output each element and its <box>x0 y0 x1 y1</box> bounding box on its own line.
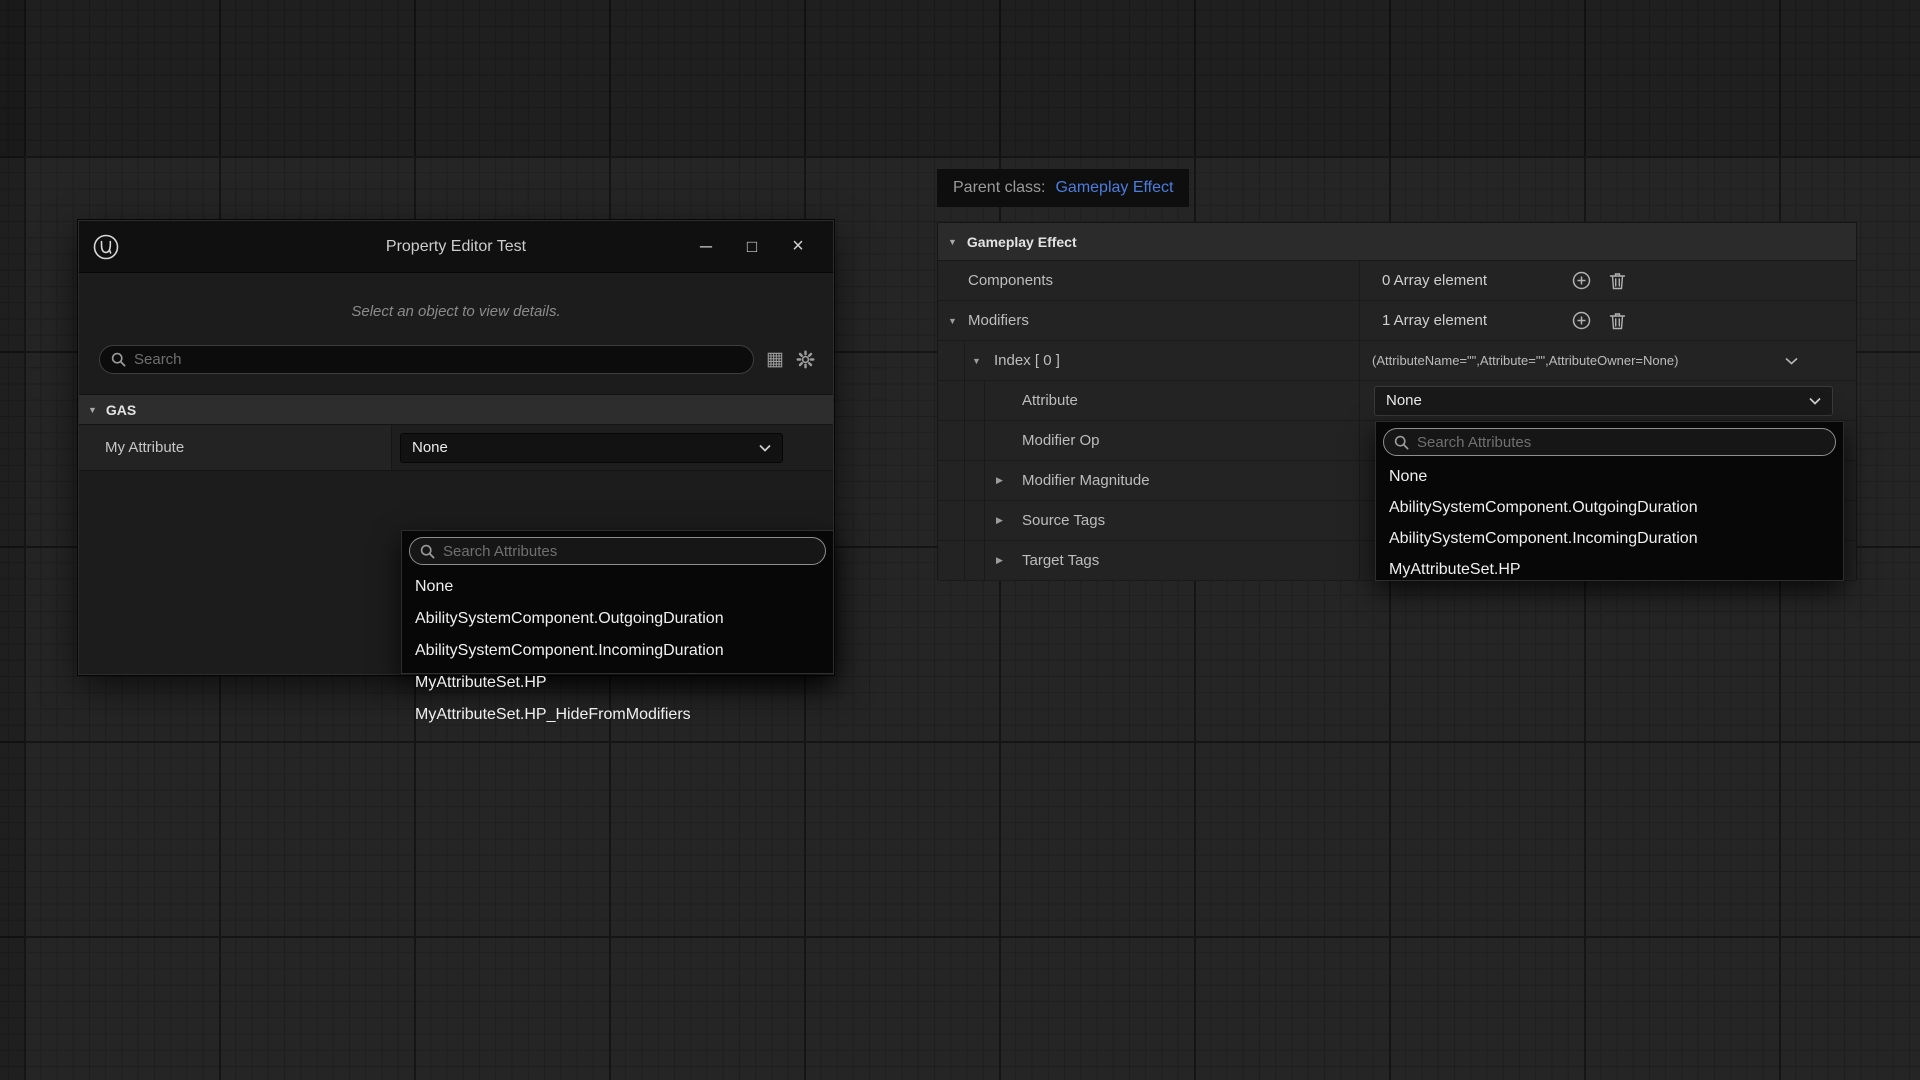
combo-selected-value: None <box>412 439 448 456</box>
search-icon <box>1394 435 1409 450</box>
row-label: Components <box>938 272 1053 289</box>
grid-shade-left <box>0 0 24 1080</box>
row-label: Index [ 0 ] <box>938 352 1060 369</box>
gear-icon <box>796 350 815 369</box>
row-label: Source Tags <box>938 512 1105 529</box>
chevron-down-icon[interactable] <box>1785 357 1798 365</box>
parent-class-chip: Parent class: Gameplay Effect <box>937 169 1189 207</box>
add-array-element-button[interactable] <box>1572 311 1591 330</box>
components-row: Components 0 Array element <box>938 261 1856 301</box>
view-options-button[interactable] <box>796 350 815 369</box>
search-input-wrap[interactable] <box>99 345 754 374</box>
dropdown-search-input[interactable] <box>443 543 815 560</box>
column-view-button[interactable]: ▦ <box>766 350 784 369</box>
attribute-picker-dropdown: None AbilitySystemComponent.OutgoingDura… <box>401 530 834 674</box>
minimize-button[interactable]: ─ <box>683 227 729 267</box>
combo-selected-value: None <box>1386 392 1422 409</box>
search-toolbar: ▦ <box>99 344 815 374</box>
array-count: 1 Array element <box>1382 312 1572 329</box>
dropdown-option[interactable]: MyAttributeSet.HP <box>1376 555 1843 586</box>
expander-expanded-icon[interactable]: ▼ <box>948 316 957 326</box>
category-expanded-icon: ▼ <box>948 237 957 247</box>
dropdown-option[interactable]: AbilitySystemComponent.IncomingDuration <box>402 635 833 667</box>
dropdown-option[interactable]: None <box>402 571 833 603</box>
dropdown-option[interactable]: None <box>1376 462 1843 493</box>
search-input[interactable] <box>134 351 742 368</box>
search-icon <box>111 352 126 367</box>
window-controls: ─ □ × <box>683 227 821 267</box>
row-label: Modifier Op <box>938 432 1100 449</box>
struct-summary: (AttributeName="",Attribute="",Attribute… <box>1372 353 1678 368</box>
category-label: Gameplay Effect <box>967 234 1077 250</box>
row-label: Attribute <box>938 392 1078 409</box>
dropdown-search-wrap[interactable] <box>409 537 826 565</box>
dropdown-option[interactable]: MyAttributeSet.HP <box>402 667 833 699</box>
chevron-down-icon <box>1809 397 1821 405</box>
unreal-logo-icon <box>91 232 121 262</box>
maximize-button[interactable]: □ <box>729 227 775 267</box>
property-value-cell: None <box>392 425 833 470</box>
details-panel: ▼ Gameplay Effect Components 0 Array ele… <box>937 222 1857 580</box>
expander-collapsed-icon[interactable]: ▶ <box>996 555 1003 566</box>
dropdown-option[interactable]: AbilitySystemComponent.OutgoingDuration <box>402 603 833 635</box>
add-array-element-button[interactable] <box>1572 271 1591 290</box>
property-editor-window: Property Editor Test ─ □ × Select an obj… <box>78 220 834 675</box>
modifiers-row: ▼ Modifiers 1 Array element <box>938 301 1856 341</box>
clear-array-button[interactable] <box>1609 312 1626 330</box>
dropdown-option[interactable]: AbilitySystemComponent.OutgoingDuration <box>1376 493 1843 524</box>
parent-class-label: Parent class: <box>953 179 1045 197</box>
attribute-picker-dropdown: None AbilitySystemComponent.OutgoingDura… <box>1375 421 1844 581</box>
expander-expanded-icon[interactable]: ▼ <box>972 356 981 366</box>
array-count: 0 Array element <box>1382 272 1572 289</box>
property-label: My Attribute <box>79 425 392 470</box>
dropdown-search-wrap[interactable] <box>1383 428 1836 456</box>
index-0-row: ▼ Index [ 0 ] (AttributeName="",Attribut… <box>938 341 1856 381</box>
viewport: Property Editor Test ─ □ × Select an obj… <box>0 0 1920 1080</box>
expander-collapsed-icon[interactable]: ▶ <box>996 475 1003 486</box>
dropdown-search-input[interactable] <box>1417 434 1825 451</box>
window-titlebar[interactable]: Property Editor Test ─ □ × <box>79 221 833 273</box>
dropdown-option[interactable]: AbilitySystemComponent.IncomingDuration <box>1376 524 1843 555</box>
empty-selection-hint: Select an object to view details. <box>79 303 833 320</box>
attribute-combo[interactable]: None <box>1374 386 1833 416</box>
category-gas[interactable]: ▼ GAS <box>79 394 833 425</box>
grid-view-icon: ▦ <box>766 350 784 369</box>
category-label: GAS <box>106 402 136 418</box>
grid-shade-top <box>0 0 1920 156</box>
my-attribute-row: My Attribute None <box>79 425 833 471</box>
search-icon <box>420 544 435 559</box>
category-gameplay-effect[interactable]: ▼ Gameplay Effect <box>938 223 1856 261</box>
expander-collapsed-icon[interactable]: ▶ <box>996 515 1003 526</box>
chevron-down-icon <box>759 444 771 452</box>
parent-class-link[interactable]: Gameplay Effect <box>1055 179 1173 197</box>
row-label: Modifier Magnitude <box>938 472 1150 489</box>
my-attribute-combo[interactable]: None <box>400 433 783 463</box>
attribute-row: Attribute None <box>938 381 1856 421</box>
clear-array-button[interactable] <box>1609 272 1626 290</box>
row-label: Target Tags <box>938 552 1099 569</box>
dropdown-option[interactable]: MyAttributeSet.HP_HideFromModifiers <box>402 699 833 731</box>
close-button[interactable]: × <box>775 227 821 267</box>
category-expanded-icon: ▼ <box>88 405 97 415</box>
property-editor-body: Select an object to view details. ▦ <box>79 273 833 674</box>
